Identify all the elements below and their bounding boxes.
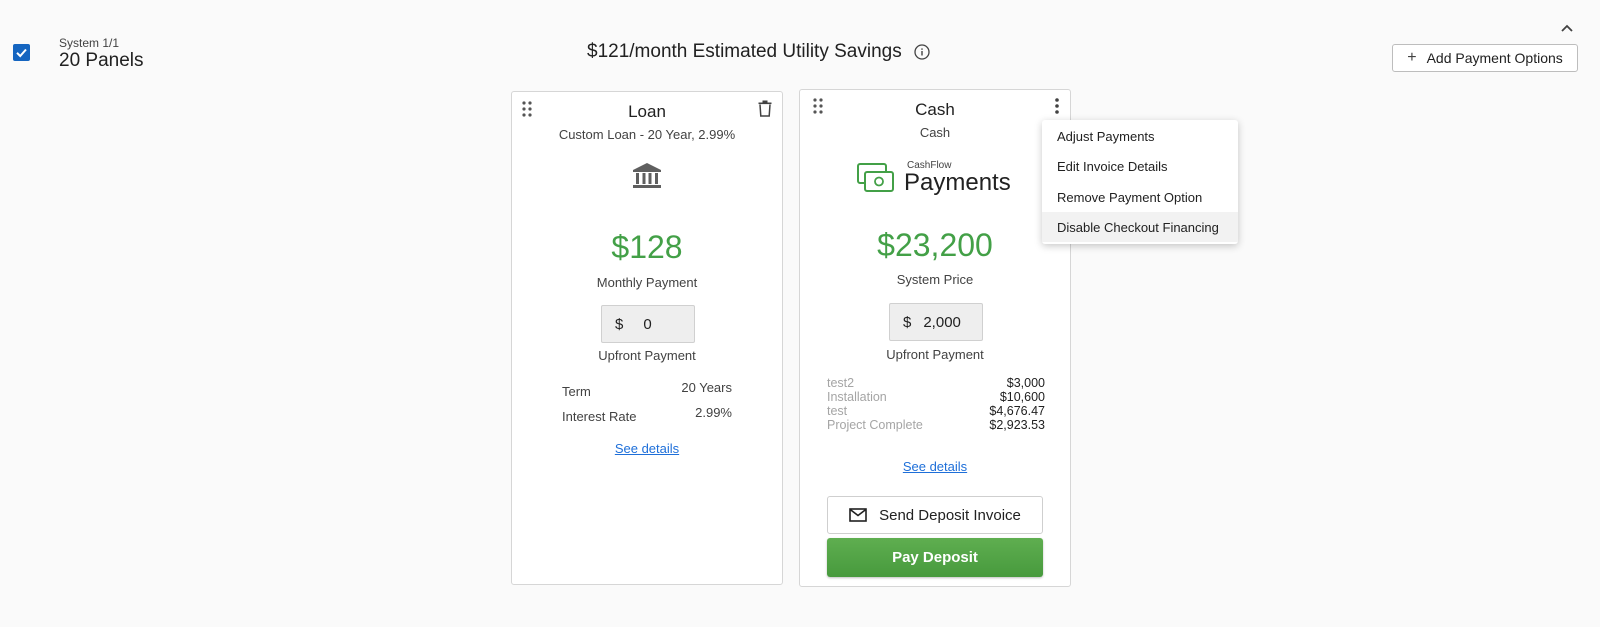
chevron-up-icon[interactable] — [1558, 20, 1576, 38]
cashflow-payments-logo: CashFlow Payments — [856, 160, 1011, 195]
system-label: System 1/1 — [59, 36, 120, 50]
add-payment-options-button[interactable]: + Add Payment Options — [1392, 44, 1578, 72]
milestone-list: test2 $3,000 Installation $10,600 test $… — [827, 376, 1045, 432]
panels-label: 20 Panels — [59, 50, 144, 71]
cash-upfront-label: Upfront Payment — [886, 347, 984, 362]
milestone-value: $10,600 — [999, 390, 1045, 404]
detail-label: Term — [562, 384, 591, 399]
system-price-amount: $23,200 — [877, 227, 993, 263]
monthly-payment-label: Monthly Payment — [596, 275, 698, 290]
loan-upfront-label: Upfront Payment — [598, 348, 696, 363]
pay-deposit-button[interactable]: Pay Deposit — [827, 538, 1043, 577]
milestone-value: $3,000 — [1006, 376, 1045, 390]
loan-upfront-value: 0 — [643, 315, 652, 333]
system-price-label: System Price — [896, 272, 974, 287]
monthly-payment-amount: $128 — [611, 229, 683, 265]
milestone-value: $2,923.53 — [989, 418, 1045, 432]
milestone-label: Installation — [827, 390, 887, 404]
milestone-row: test2 $3,000 — [827, 376, 1045, 390]
menu-item-remove-payment-option[interactable]: Remove Payment Option — [1042, 182, 1238, 212]
cash-upfront-value: 2,000 — [923, 313, 961, 331]
cash-bills-icon — [857, 162, 894, 192]
info-icon[interactable] — [914, 44, 930, 60]
cash-subtitle: Cash — [919, 125, 951, 140]
milestone-row: test $4,676.47 — [827, 404, 1045, 418]
cash-upfront-input[interactable]: $ 2,000 — [889, 303, 983, 341]
loan-upfront-input[interactable]: $ 0 — [601, 305, 695, 343]
milestone-row: Project Complete $2,923.53 — [827, 418, 1045, 432]
cash-title: Cash — [915, 100, 955, 119]
loan-detail-row: Term 20 Years — [562, 380, 732, 399]
plus-icon: + — [1407, 49, 1417, 66]
savings-summary: $121/month Estimated Utility Savings — [587, 41, 930, 63]
milestone-label: test2 — [827, 376, 855, 390]
add-payment-options-label: Add Payment Options — [1426, 50, 1563, 66]
menu-item-edit-invoice-details[interactable]: Edit Invoice Details — [1042, 151, 1238, 181]
menu-item-adjust-payments[interactable]: Adjust Payments — [1042, 121, 1238, 151]
cashflow-big-text: Payments — [904, 169, 1011, 196]
loan-see-details-link[interactable]: See details — [512, 441, 782, 456]
milestone-row: Installation $10,600 — [827, 390, 1045, 404]
loan-title: Loan — [628, 102, 666, 121]
detail-value: 2.99% — [695, 405, 732, 420]
currency-symbol: $ — [903, 313, 912, 331]
detail-value: 20 Years — [681, 380, 732, 395]
payment-options-menu: Adjust Payments Edit Invoice Details Rem… — [1042, 120, 1238, 244]
milestone-value: $4,676.47 — [989, 404, 1045, 418]
loan-subtitle: Custom Loan - 20 Year, 2.99% — [558, 127, 736, 142]
milestone-label: test — [827, 404, 848, 418]
detail-label: Interest Rate — [562, 409, 637, 424]
loan-detail-row: Interest Rate 2.99% — [562, 405, 732, 424]
cashflow-wordmark: CashFlow Payments — [904, 160, 1011, 195]
cash-see-details-link[interactable]: See details — [800, 459, 1070, 474]
savings-text: $121/month Estimated Utility Savings — [587, 41, 902, 62]
send-deposit-invoice-button[interactable]: Send Deposit Invoice — [827, 496, 1043, 534]
currency-symbol: $ — [615, 315, 624, 333]
menu-item-disable-checkout-financing[interactable]: Disable Checkout Financing — [1042, 212, 1238, 242]
mail-icon — [849, 508, 867, 522]
loan-card: Loan Custom Loan - 20 Year, 2.99% $128 M… — [511, 91, 783, 585]
loan-details-list: Term 20 Years Interest Rate 2.99% — [562, 380, 732, 424]
send-deposit-invoice-label: Send Deposit Invoice — [879, 506, 1021, 524]
bank-icon — [633, 163, 661, 188]
system-checkbox[interactable] — [13, 44, 30, 61]
check-icon — [16, 48, 27, 58]
milestone-label: Project Complete — [827, 418, 923, 432]
